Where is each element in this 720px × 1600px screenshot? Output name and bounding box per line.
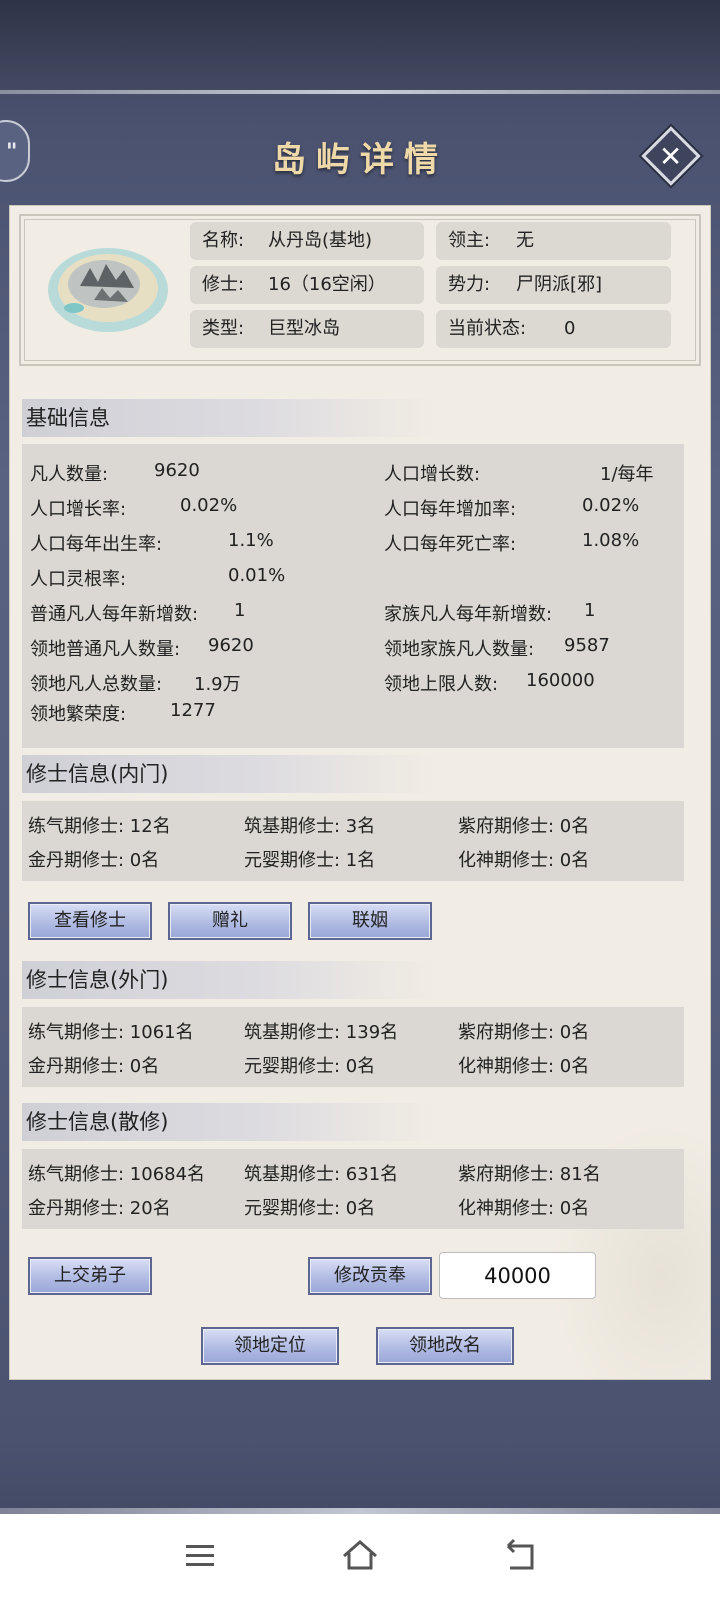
section-basic-heading: 基础信息: [22, 399, 442, 437]
rank-cell: 练气期修士: 10684名: [28, 1164, 206, 1185]
tribute-input[interactable]: 40000: [439, 1252, 596, 1299]
rank-cell: 练气期修士: 12名: [28, 816, 171, 837]
rank-cell: 筑基期修士: 139名: [244, 1022, 399, 1043]
rename-territory-button[interactable]: 领地改名: [376, 1327, 514, 1365]
name-value: 从丹岛(基地): [268, 230, 373, 251]
stat-label: 领地繁荣度:: [30, 704, 127, 725]
field-lord: 领主: 无: [436, 222, 671, 260]
stat-label: 普通凡人每年新增数:: [30, 604, 199, 625]
rank-cell: 元婴期修士: 0名: [244, 1198, 376, 1219]
stat-label: 人口每年死亡率:: [384, 534, 517, 555]
field-type: 类型: 巨型冰岛: [190, 310, 424, 348]
rank-cell: 化神期修士: 0名: [458, 1198, 590, 1219]
top-band-edge: [0, 90, 720, 94]
stat-label: 领地家族凡人数量:: [384, 639, 535, 660]
lord-value: 无: [516, 230, 534, 251]
lord-label: 领主:: [448, 230, 491, 251]
field-status: 当前状态: 0: [436, 310, 671, 348]
stat-value: 1/每年: [600, 464, 654, 485]
rank-cell: 紫府期修士: 81名: [458, 1164, 601, 1185]
page-title: 岛屿详情: [272, 140, 448, 180]
rank-cell: 金丹期修士: 0名: [28, 850, 160, 871]
top-band: [0, 0, 720, 92]
marriage-button[interactable]: 联姻: [308, 902, 432, 940]
name-label: 名称:: [202, 230, 245, 251]
stat-value: 1277: [170, 700, 216, 721]
stat-value: 0.02%: [582, 495, 640, 516]
stat-value: 1: [584, 600, 596, 621]
field-cultivators: 修士: 16（16空闲）: [190, 266, 424, 304]
rank-cell: 化神期修士: 0名: [458, 850, 590, 871]
stat-value: 0.02%: [180, 495, 238, 516]
stat-value: 9620: [208, 635, 254, 656]
back-icon[interactable]: [498, 1534, 542, 1578]
cultivators-label: 修士:: [202, 274, 245, 295]
status-label: 当前状态:: [448, 318, 527, 339]
field-force: 势力: 尸阴派[邪]: [436, 266, 671, 304]
stat-label: 人口每年增加率:: [384, 499, 517, 520]
home-icon[interactable]: [338, 1534, 382, 1578]
modify-tribute-button[interactable]: 修改贡奉: [308, 1257, 432, 1295]
rank-cell: 元婴期修士: 1名: [244, 850, 376, 871]
stat-label: 人口灵根率:: [30, 569, 127, 590]
stat-label: 领地普通凡人数量:: [30, 639, 181, 660]
stat-value: 160000: [526, 670, 595, 691]
status-value: 0: [564, 318, 576, 339]
rank-cell: 筑基期修士: 631名: [244, 1164, 399, 1185]
section-outer-heading: 修士信息(外门): [22, 961, 442, 999]
rank-cell: 筑基期修士: 3名: [244, 816, 376, 837]
stat-label: 人口每年出生率:: [30, 534, 163, 555]
field-name: 名称: 从丹岛(基地): [190, 222, 424, 260]
stat-label: 领地上限人数:: [384, 674, 499, 695]
type-value: 巨型冰岛: [268, 318, 340, 339]
stat-value: 1: [234, 600, 246, 621]
stat-value: 1.08%: [582, 530, 640, 551]
island-image: [48, 248, 168, 332]
type-label: 类型:: [202, 318, 245, 339]
force-label: 势力:: [448, 274, 491, 295]
view-cultivators-button[interactable]: 查看修士: [28, 902, 152, 940]
stat-label: 人口增长率:: [30, 499, 127, 520]
cultivators-value: 16（16空闲）: [268, 274, 386, 295]
stat-label: 家族凡人每年新增数:: [384, 604, 553, 625]
stat-value: 0.01%: [228, 565, 286, 586]
close-icon: ✕: [658, 139, 683, 173]
submit-disciple-button[interactable]: 上交弟子: [28, 1257, 152, 1295]
menu-icon[interactable]: [178, 1534, 222, 1578]
gift-button[interactable]: 赠礼: [168, 902, 292, 940]
stat-label: 人口增长数:: [384, 464, 481, 485]
rank-cell: 化神期修士: 0名: [458, 1056, 590, 1077]
stat-value: 9620: [154, 460, 200, 481]
rank-cell: 紫府期修士: 0名: [458, 816, 590, 837]
force-value: 尸阴派[邪]: [516, 274, 603, 295]
stat-value: 9587: [564, 635, 610, 656]
stat-label: 凡人数量:: [30, 464, 109, 485]
stat-value: 1.9万: [194, 674, 241, 695]
rank-cell: 紫府期修士: 0名: [458, 1022, 590, 1043]
rank-cell: 练气期修士: 1061名: [28, 1022, 194, 1043]
rank-cell: 金丹期修士: 20名: [28, 1198, 171, 1219]
rank-cell: 金丹期修士: 0名: [28, 1056, 160, 1077]
stat-label: 领地凡人总数量:: [30, 674, 163, 695]
section-inner-heading: 修士信息(内门): [22, 755, 442, 793]
section-loose-heading: 修士信息(散修): [22, 1103, 442, 1141]
rank-cell: 元婴期修士: 0名: [244, 1056, 376, 1077]
stat-value: 1.1%: [228, 530, 274, 551]
locate-territory-button[interactable]: 领地定位: [201, 1327, 339, 1365]
